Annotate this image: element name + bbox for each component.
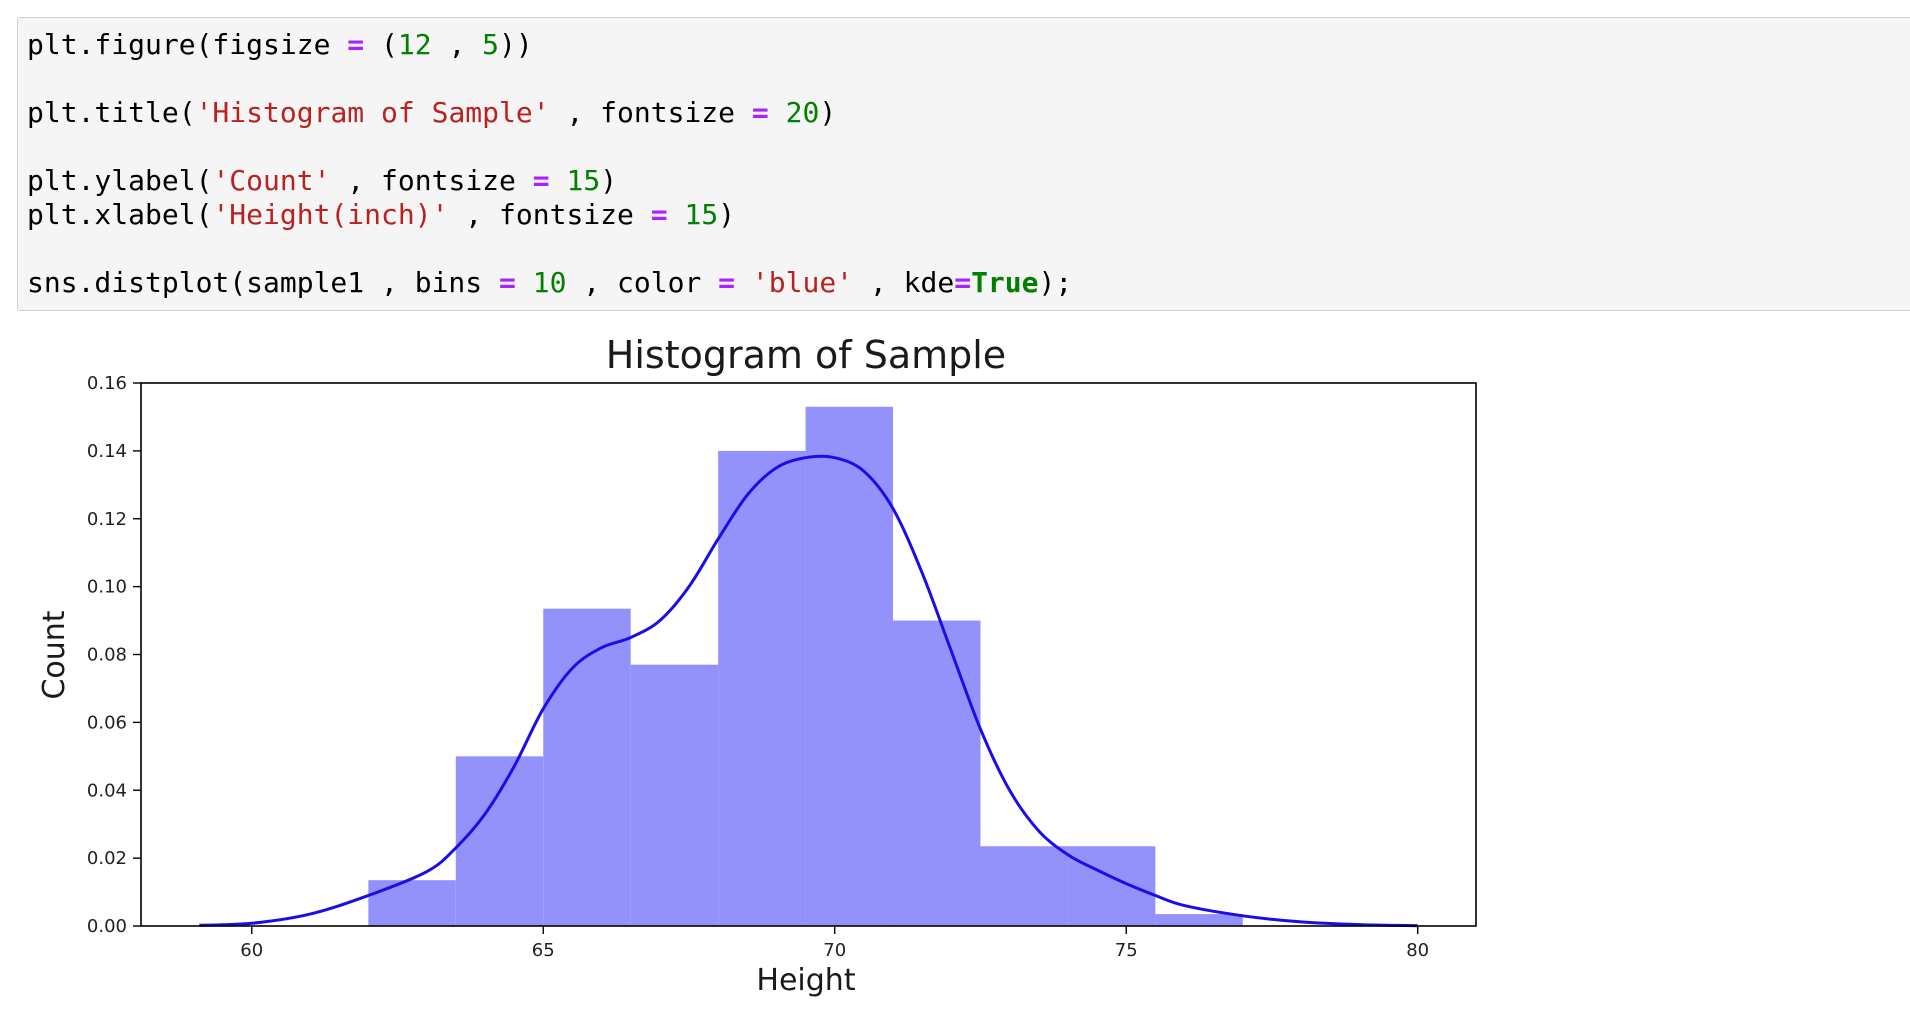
code-token: True [971,266,1039,299]
code-token: 12 [397,28,432,61]
histogram-bar [718,450,806,926]
x-tick-label: 60 [240,940,263,961]
code-token: 'Histogram of Sample' [195,96,550,129]
histogram-bar [980,846,1068,926]
histogram-bars [368,406,1243,927]
y-tick-label: 0.00 [87,916,127,937]
code-token: 20 [785,96,820,129]
code-token: 'Count' [212,164,331,197]
x-tick-label: 65 [532,940,555,961]
code-token: 5 [482,28,500,61]
code-token: plt.title( [27,96,196,129]
code-token: 15 [684,198,719,231]
code-token: , [431,28,483,61]
code-token: ); [1038,266,1073,299]
code-token: , fontsize [549,96,752,129]
code-token: ) [600,164,618,197]
code-line: plt.xlabel('Height(inch)' , fontsize = 1… [27,198,735,232]
histogram-chart: Histogram of Sample 60 65 70 75 80 0.000.020… [37,333,1477,998]
code-token: sns.distplot(sample1 , bins [27,266,500,299]
code-line: plt.title('Histogram of Sample' , fontsi… [27,96,836,130]
histogram-bar [1155,914,1243,926]
code-token: = [954,266,972,299]
code-token: , fontsize [330,164,533,197]
x-tick-label: 70 [823,940,846,961]
code-token: = [718,266,736,299]
y-axis-ticks: 0.00 0.02 0.04 0.06 0.08 0.10 0.12 0.14 0.16 [87,373,141,937]
code-token: plt.xlabel( [27,198,213,231]
y-tick-label: 0.16 [87,373,127,394]
chart-title: Histogram of Sample [606,333,1006,377]
code-token: ( [364,28,398,61]
code-cell[interactable]: plt.figure(figsize = (12 , 5)) plt.title(… [17,17,1910,311]
y-tick-label: 0.08 [87,645,127,666]
x-tick-label: 80 [1406,940,1429,961]
code-line: plt.ylabel('Count' , fontsize = 15) [27,164,617,198]
code-token: plt.figure(figsize [27,28,348,61]
code-token: = [650,198,668,231]
histogram-bar [630,664,719,926]
y-tick-label: 0.06 [87,712,127,733]
code-token: 10 [532,266,567,299]
y-tick-label: 0.10 [87,577,127,598]
histogram-bar [455,756,544,926]
code-token: = [347,28,365,61]
plot-output: Histogram of Sample 60 65 70 75 80 0.00 0.02 0… [0,320,1910,1032]
x-tick-label: 75 [1115,940,1138,961]
code-token: )) [499,28,533,61]
x-axis-label: Height [756,963,855,998]
code-token: ) [819,96,837,129]
y-tick-label: 0.14 [87,441,127,462]
y-tick-label: 0.02 [87,848,127,869]
code-token: = [532,164,550,197]
code-token: = [751,96,769,129]
histogram-bar [805,406,894,927]
code-line: plt.figure(figsize = (12 , 5)) [27,28,533,62]
code-token: = [499,266,516,299]
code-token: , kde [853,266,955,299]
histogram-bar [368,880,456,926]
y-tick-label: 0.12 [87,509,127,530]
code-token: , fontsize [448,198,651,231]
code-token: 'Height(inch)' [212,198,449,231]
x-axis-ticks: 60 65 70 75 80 [240,926,1429,961]
code-token: , color [566,266,719,299]
histogram-bar [893,620,981,926]
code-token: ) [718,198,736,231]
code-token: 15 [566,164,601,197]
y-axis-label: Count [37,610,72,699]
code-line: sns.distplot(sample1 , bins = 10 , color… [27,266,1072,300]
histogram-bar [1067,846,1156,926]
code-token: plt.ylabel( [27,164,213,197]
y-tick-label: 0.04 [87,780,127,801]
code-token: 'blue' [751,266,854,299]
